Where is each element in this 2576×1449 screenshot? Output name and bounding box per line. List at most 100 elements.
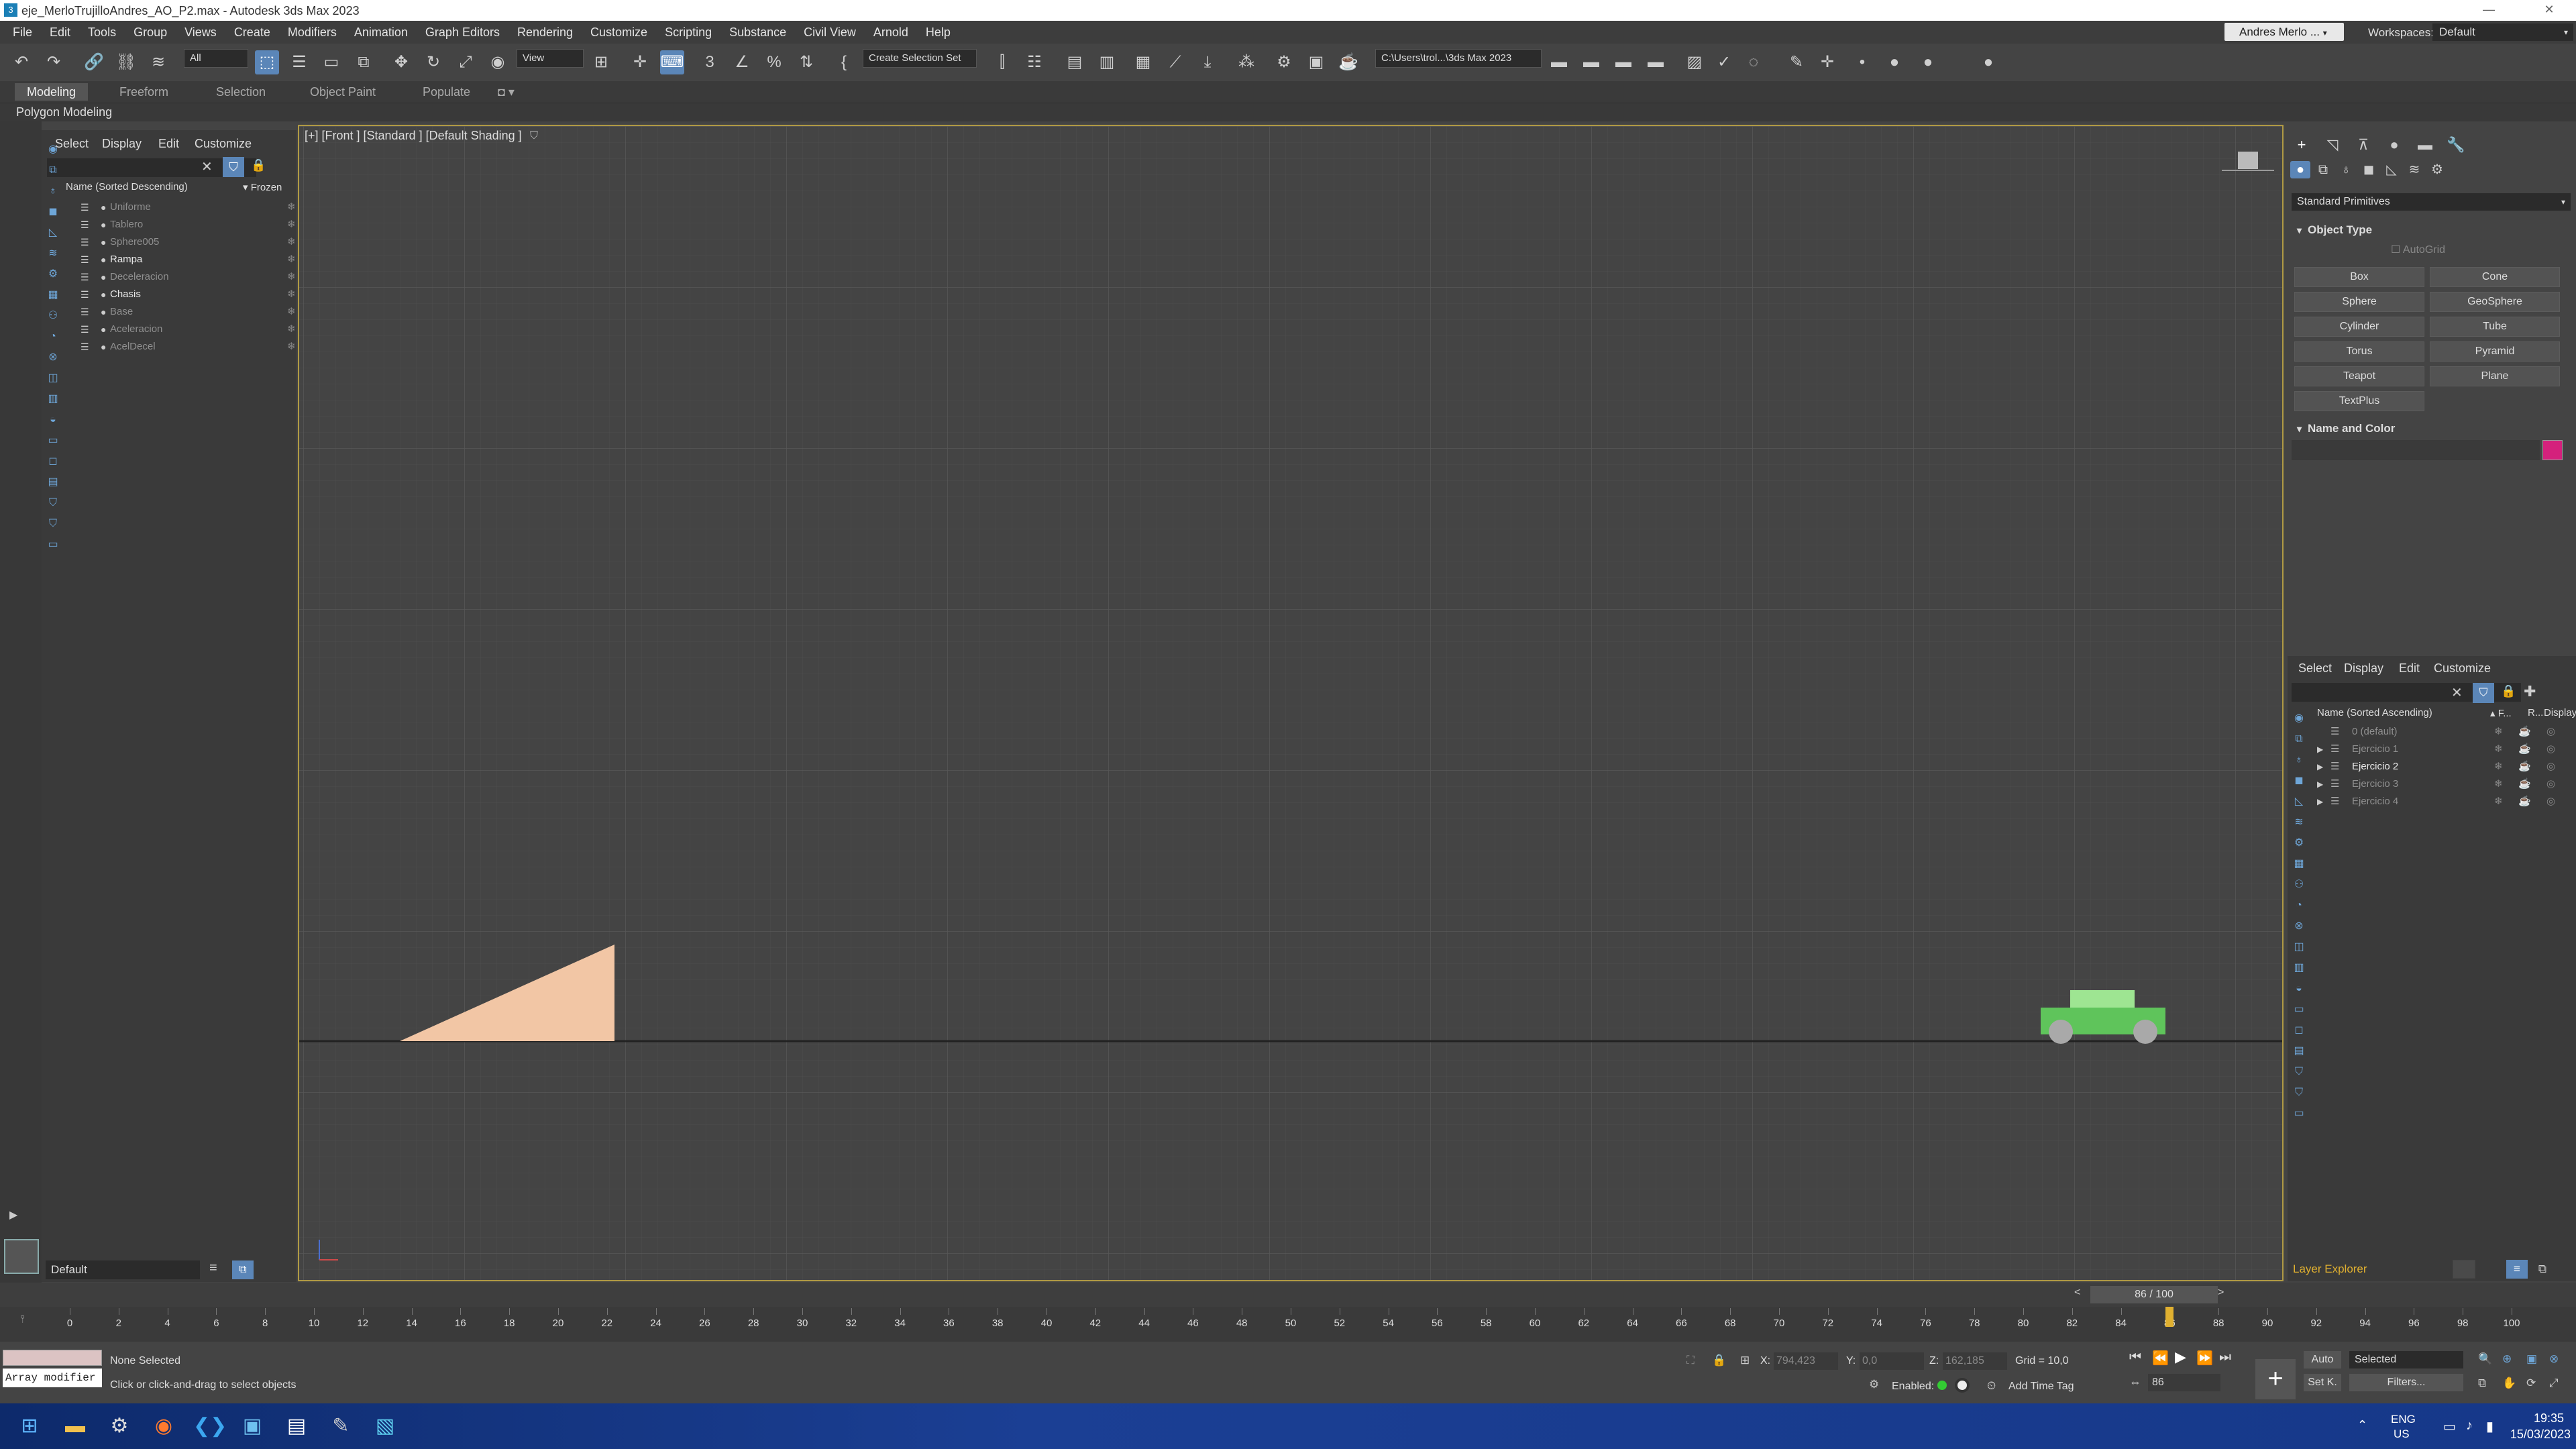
check-icon[interactable]: ✓ — [1712, 50, 1736, 74]
orbit-icon[interactable]: ⟳ — [2526, 1377, 2536, 1390]
pivot-center-icon[interactable]: ⊞ — [589, 50, 613, 74]
layer-filter-icon[interactable]: ⛉ — [2290, 1084, 2308, 1102]
layer-lock-icon[interactable]: 🔒 — [2501, 684, 2516, 698]
hierarchy-tab-icon[interactable]: ⊼ — [2352, 134, 2375, 156]
expand-arrow-icon[interactable]: ▶ — [9, 1208, 27, 1226]
hierarchy-icon[interactable]: ⧉ — [232, 1260, 254, 1279]
go-to-end-icon[interactable]: ⏭ — [2219, 1350, 2231, 1365]
geometry-icon[interactable]: ● — [2290, 161, 2310, 178]
layer-filter-icon[interactable]: ◺ — [2290, 793, 2308, 810]
layer-icon[interactable]: ☰ — [2330, 723, 2339, 741]
layer-filter-icon[interactable]: ◔ — [2290, 897, 2308, 914]
freeze-icon[interactable]: ❄ — [287, 286, 296, 303]
selection-lock-icon[interactable]: 🔒 — [1712, 1354, 1726, 1367]
display-icon[interactable]: ◎ — [2546, 793, 2555, 810]
freeze-icon[interactable]: ❄ — [287, 303, 296, 321]
table-row[interactable]: ☰ ● Rampa ❄ — [66, 251, 327, 268]
clear-search-icon[interactable]: ✕ — [201, 158, 217, 177]
schematic-view-icon[interactable]: ⤓ — [1195, 50, 1220, 74]
layer-filter-icon[interactable]: ⚙ — [2290, 835, 2308, 852]
menu-item-substance[interactable]: Substance — [720, 21, 795, 44]
table-row[interactable]: ☰ ● Deceleracion ❄ — [66, 268, 327, 286]
redo-icon[interactable]: ↷ — [42, 50, 66, 74]
key-filter-dropdown[interactable]: Selected — [2349, 1351, 2463, 1368]
layer-filter-icon[interactable]: ♁ — [2290, 751, 2308, 769]
chevron-up-icon[interactable]: ⌃ — [2357, 1418, 2367, 1432]
ref-coord-dropdown[interactable]: View — [517, 49, 584, 68]
render-icon[interactable]: ☕ — [2518, 723, 2531, 741]
modify-tab-icon[interactable]: ◹ — [2321, 134, 2344, 156]
layer-col-name[interactable]: Name (Sorted Ascending) — [2317, 707, 2432, 718]
lock-icon[interactable]: 🔒 — [251, 158, 268, 177]
visibility-icon[interactable]: ● — [101, 286, 106, 303]
add-layer-icon[interactable]: ✚ — [2524, 683, 2536, 700]
bind-space-warp-icon[interactable]: ≋ — [146, 50, 170, 74]
menu-item-group[interactable]: Group — [125, 21, 176, 44]
visibility-icon[interactable]: ● — [101, 303, 106, 321]
layer-filter-icon[interactable]: ◫ — [2290, 938, 2308, 956]
scene-filter-icon[interactable]: ◉ — [44, 141, 62, 158]
scene-filter-icon[interactable]: ⚙ — [44, 266, 62, 283]
menu-item-graph-editors[interactable]: Graph Editors — [417, 21, 508, 44]
vscode-icon[interactable]: ❮❯ — [193, 1411, 227, 1441]
table-row[interactable]: ▶ ☰ Ejercicio 4 ❄ ☕ ◎ — [2317, 793, 2572, 810]
tube-button[interactable]: Tube — [2430, 317, 2560, 337]
spinner-snap-icon[interactable]: ⇅ — [794, 50, 818, 74]
expand-arrow-icon[interactable]: ▶ — [2317, 775, 2323, 793]
layer-col-display[interactable]: Display... — [2544, 707, 2576, 718]
layer-filter-icon[interactable]: ▤ — [2290, 1042, 2308, 1060]
display-icon[interactable]: ◎ — [2546, 741, 2555, 758]
zoom-extents-icon[interactable]: ▣ — [2526, 1352, 2537, 1366]
maximize-viewport-icon[interactable]: ⤢ — [2549, 1377, 2559, 1390]
layer-dropdown[interactable]: Default — [46, 1260, 200, 1279]
layer-filter-icon[interactable]: ◼ — [2290, 772, 2308, 790]
time-tag-icon[interactable]: ⏲ — [1987, 1379, 1996, 1393]
dot-icon[interactable]: • — [1850, 50, 1874, 74]
lights-icon[interactable]: ♁ — [2336, 161, 2356, 178]
rect-selection-icon[interactable]: ▭ — [319, 50, 343, 74]
layer-filter-icon[interactable]: ⛉ — [2290, 1063, 2308, 1081]
teapot-button[interactable]: Teapot — [2294, 366, 2424, 386]
track-bar[interactable]: ⫯ 0 2 4 6 8 10 12 14 16 18 20 22 24 26 28 30 32 34 36 38 40 4… — [0, 1307, 2576, 1342]
set-key-icon[interactable]: + — [2255, 1359, 2296, 1399]
sphere-button[interactable]: Sphere — [2294, 292, 2424, 312]
hierarchy-mode-icon[interactable]: ⧉ — [2532, 1260, 2553, 1279]
menu-item-file[interactable]: File — [4, 21, 41, 44]
adaptive-degradation-icon[interactable]: ⚙ — [1869, 1378, 1879, 1391]
table-row[interactable]: ☰ ● Chasis ❄ — [66, 286, 327, 303]
space-warps-icon[interactable]: ≋ — [2404, 161, 2424, 178]
link-icon[interactable]: 🔗 — [82, 50, 106, 74]
keyboard-shortcut-icon[interactable]: ⌨ — [660, 50, 684, 74]
maxscript-listener[interactable] — [3, 1350, 102, 1366]
field-of-view-icon[interactable]: ⧉ — [2478, 1377, 2486, 1390]
col-frozen-header[interactable]: ▾ Frozen — [243, 181, 282, 193]
tab-selection[interactable]: Selection — [204, 83, 278, 101]
layer-menu-select[interactable]: Select — [2298, 661, 2332, 676]
helpers-icon[interactable]: ◺ — [2381, 161, 2402, 178]
maximize-icon[interactable] — [2490, 3, 2517, 17]
col-name-header[interactable]: Name (Sorted Descending) — [66, 181, 188, 193]
scene-filter-icon[interactable]: ♁ — [44, 182, 62, 200]
set-key-button[interactable]: Set K. — [2304, 1374, 2341, 1391]
current-frame-marker[interactable] — [2165, 1307, 2174, 1327]
prev-frame-icon[interactable]: < — [2074, 1287, 2089, 1301]
volume-icon[interactable]: ♪ — [2466, 1418, 2473, 1434]
primitive-category-dropdown[interactable]: Standard Primitives ▾ — [2292, 193, 2571, 211]
percent-snap-icon[interactable]: % — [762, 50, 786, 74]
explorer-input[interactable] — [2453, 1260, 2475, 1279]
display-icon[interactable]: ◎ — [2546, 758, 2555, 775]
menu-item-scripting[interactable]: Scripting — [656, 21, 720, 44]
next-key-icon[interactable]: ⏩ — [2196, 1350, 2213, 1366]
autogrid-checkbox[interactable]: ☐ AutoGrid — [2391, 243, 2445, 256]
visibility-icon[interactable]: ● — [101, 251, 106, 268]
freeze-icon[interactable]: ❄ — [287, 268, 296, 286]
layer-filter-icon[interactable]: ◒ — [2290, 980, 2308, 998]
explorer-name[interactable]: Layer Explorer — [2290, 1260, 2440, 1279]
layer-menu-edit[interactable]: Edit — [2399, 661, 2420, 676]
zoom-icon[interactable]: 🔍 — [2478, 1352, 2492, 1366]
scene-menu-edit[interactable]: Edit — [158, 137, 179, 156]
workspace-dropdown[interactable]: Default ▾ — [2432, 23, 2573, 41]
scene-filter-icon[interactable]: ◫ — [44, 370, 62, 387]
layer-col-frozen[interactable]: ▴ F... — [2490, 707, 2512, 719]
scene-filter-icon[interactable]: ⛉ — [44, 515, 62, 533]
